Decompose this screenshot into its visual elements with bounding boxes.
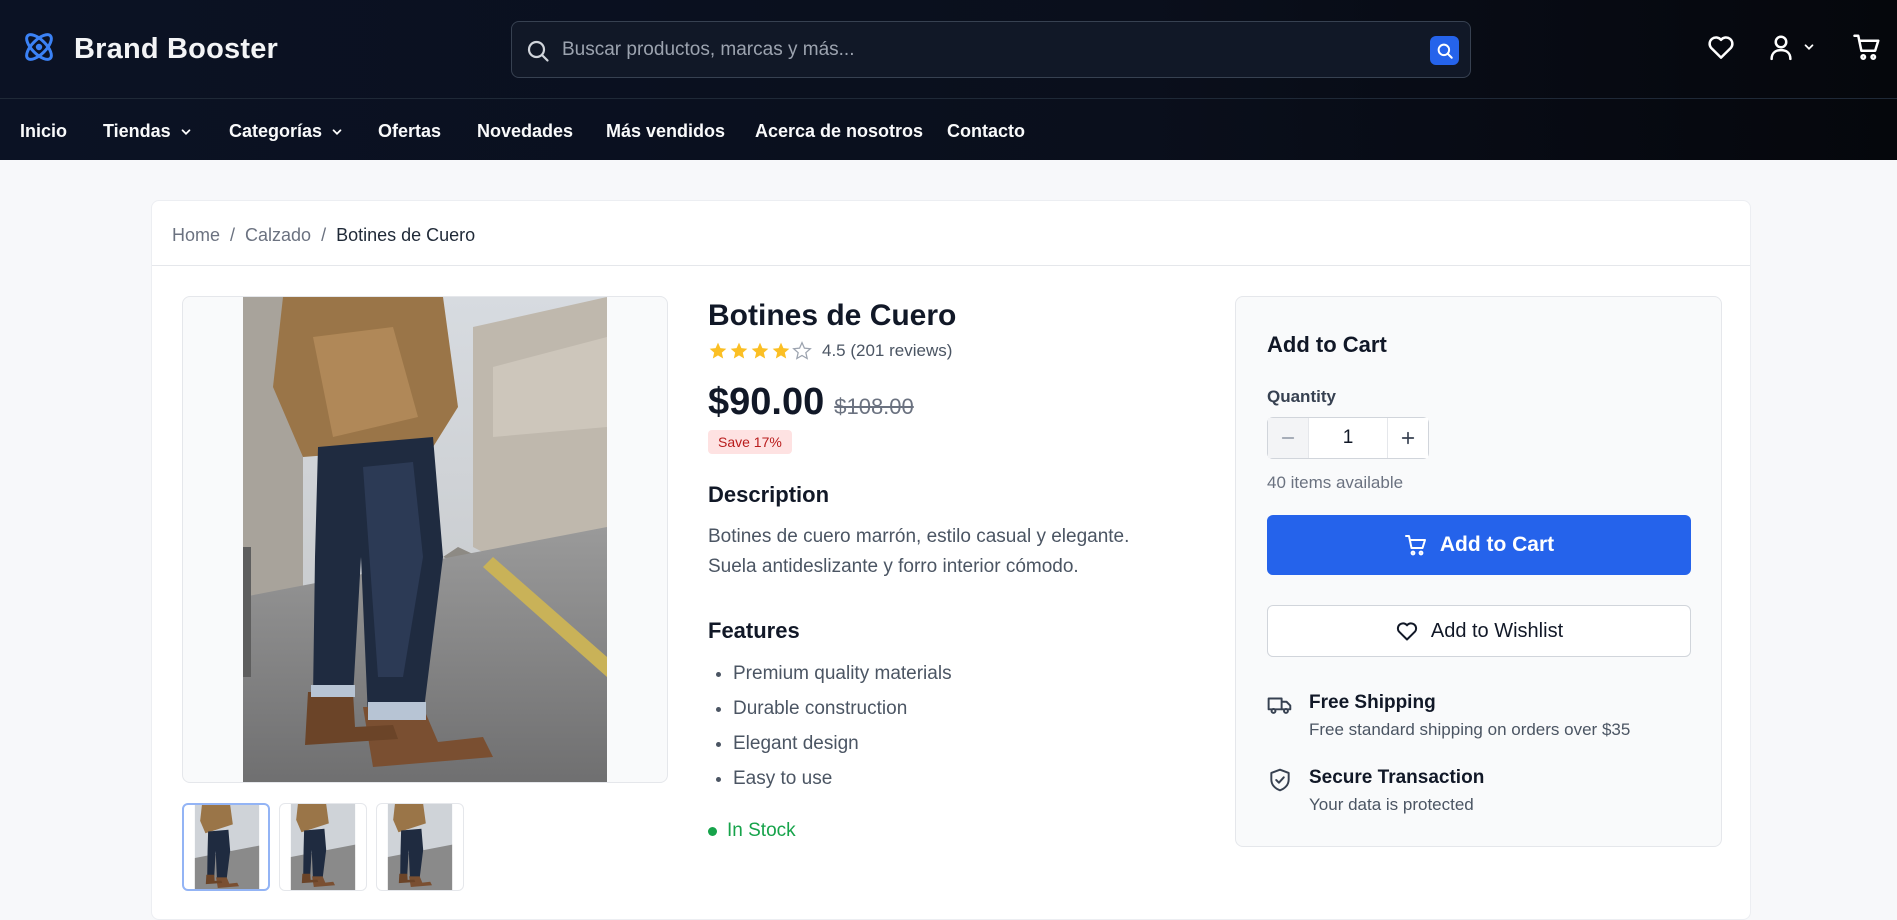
breadcrumb-separator: / [230,225,236,245]
quantity-input[interactable] [1308,418,1388,458]
nav-item-ofertas[interactable]: Ofertas [378,121,441,142]
shipping-title: Free Shipping [1309,692,1436,713]
user-icon [1770,35,1792,61]
product-title: Botines de Cuero [708,299,957,332]
product-photo [243,297,607,782]
buy-box-title: Add to Cart [1267,332,1387,357]
star-icon [730,342,748,359]
secure-title: Secure Transaction [1309,767,1485,788]
thumbnail-photo [387,804,453,890]
nav-label: Acerca de nosotros [755,121,924,141]
free-shipping-perk: Free Shipping Free standard shipping on … [1267,692,1630,740]
search-icon [1437,43,1453,59]
stock-text: In Stock [727,820,796,841]
breadcrumb-separator: / [321,225,327,245]
star-icon [772,342,790,359]
stock-dot-icon [708,826,717,836]
search-bar [511,21,1471,78]
add-to-cart-button[interactable]: Add to Cart [1267,515,1691,575]
breadcrumb-category[interactable]: Calzado [245,225,311,246]
chevron-down-icon [332,128,342,135]
nav-item-contacto[interactable]: Contacto [947,121,1025,142]
secure-transaction-perk: Secure Transaction Your data is protecte… [1267,767,1484,815]
cart-icon[interactable] [1852,32,1882,67]
thumbnail-strip [182,803,464,891]
chevron-down-icon [1804,44,1814,50]
description-text: Botines de cuero marrón, estilo casual y… [708,526,1130,577]
price-row: $90.00 $108.00 [708,381,1188,424]
quantity-label: Quantity [1267,387,1336,406]
heart-icon [1396,622,1417,641]
add-to-wishlist-button[interactable]: Add to Wishlist [1267,605,1691,657]
list-item: Premium quality materials [733,656,1188,691]
old-price: $108.00 [834,394,914,419]
nav-label: Categorías [229,121,323,141]
breadcrumb-home[interactable]: Home [172,225,220,246]
rating-stars [708,341,812,361]
truck-icon [1267,697,1292,714]
thumbnail-photo [194,805,260,889]
atom-icon [20,28,58,71]
site-header: Brand Booster Buscar productos, marcas y… [0,0,1897,160]
star-icon [709,342,727,359]
search-input[interactable] [562,22,1422,77]
nav-label: Contacto [947,121,1025,141]
features-heading: Features [708,618,800,643]
description-heading: Description [708,482,830,507]
breadcrumb-current: Botines de Cuero [336,225,476,245]
nav-item-categorias[interactable]: Categorías [229,121,344,142]
divider [152,265,1750,266]
cart-icon [1404,535,1426,556]
shield-check-icon [1270,768,1290,792]
thumbnail-2[interactable] [279,803,367,891]
star-outline-icon [792,341,812,360]
list-item: Easy to use [733,761,1188,796]
rating-text: 4.5 (201 reviews) [822,341,953,360]
features-list: Premium quality materials Durable constr… [708,656,1188,796]
nav-label: Tiendas [103,121,171,141]
product-card: Home / Calzado / Botines de Cuero Botine… [151,200,1751,920]
nav-item-inicio[interactable]: Inicio [20,121,67,142]
price: $90.00 [708,381,825,423]
nav-label: Novedades [477,121,574,141]
nav-label: Más vendidos [606,121,726,141]
account-menu-button[interactable] [1766,32,1816,62]
main-product-image[interactable] [182,296,668,783]
brand[interactable]: Brand Booster [20,28,278,71]
plus-icon [1401,431,1415,445]
nav-item-mas-vendidos[interactable]: Más vendidos [606,121,725,142]
nav-item-acerca[interactable]: Acerca de nosotros [755,121,923,142]
nav-item-novedades[interactable]: Novedades [477,121,573,142]
list-item: Durable construction [733,691,1188,726]
stock-status: In Stock [708,820,1188,842]
minus-icon [1281,437,1295,439]
nav-label: Inicio [20,121,68,141]
thumbnail-1[interactable] [182,803,270,891]
quantity-decrease-button[interactable] [1268,418,1308,458]
wishlist-heart-icon[interactable] [1706,32,1736,67]
search-icon [526,39,550,68]
quantity-increase-button[interactable] [1388,418,1428,458]
search-submit-button[interactable] [1430,36,1459,65]
save-badge: Save 17% [708,430,792,454]
items-available: 40 items available [1267,473,1404,492]
brand-name: Brand Booster [74,33,279,65]
nav-item-tiendas[interactable]: Tiendas [103,121,193,142]
thumbnail-photo [290,804,356,890]
product-rating: 4.5 (201 reviews) [708,341,1188,361]
secure-subtitle: Your data is protected [1309,795,1474,814]
top-bar: Brand Booster [0,0,1897,99]
chevron-down-icon [181,128,191,135]
thumbnail-3[interactable] [376,803,464,891]
quantity-stepper [1267,417,1429,459]
breadcrumb: Home / Calzado / Botines de Cuero [172,225,475,246]
nav-label: Ofertas [378,121,442,141]
list-item: Elegant design [733,726,1188,761]
product-info: Botines de Cuero 4.5 (201 reviews) $90.0… [708,296,1188,842]
star-icon [751,342,769,359]
add-to-cart-label: Add to Cart [1439,533,1555,556]
buy-box: Add to Cart Quantity 40 items available … [1235,296,1722,847]
add-to-wishlist-label: Add to Wishlist [1430,619,1564,642]
shipping-subtitle: Free standard shipping on orders over $3… [1309,720,1631,739]
